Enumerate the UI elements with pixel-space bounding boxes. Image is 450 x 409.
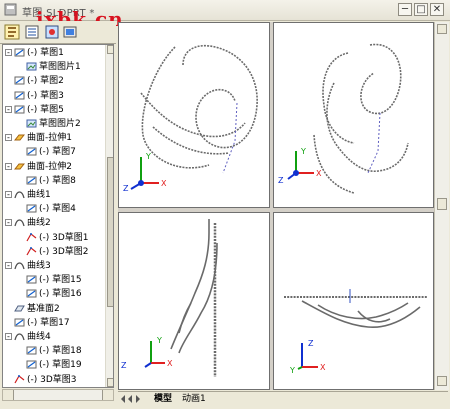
tree-item-label: (-) 草图18 xyxy=(39,346,82,357)
tree-item-label: (-) 草图19 xyxy=(39,360,82,371)
curve-icon xyxy=(14,189,25,200)
axis-label-x: X xyxy=(167,359,173,368)
tree-expander[interactable]: - xyxy=(5,162,12,170)
3d-sketch-icon xyxy=(26,232,37,243)
tab-model[interactable]: 模型 xyxy=(154,393,172,405)
tree-item-label: 基准面2 xyxy=(27,303,60,314)
axis-label-z: Z xyxy=(121,361,127,370)
curve-icon xyxy=(14,217,25,228)
tree-item-label: 草图图片1 xyxy=(39,62,81,73)
manager-toolbar xyxy=(0,21,116,44)
axis-label-z: Z xyxy=(278,176,284,185)
model-tabs-bar: 模型 动画1 xyxy=(118,391,448,407)
tree-item-label: 曲面-拉伸1 xyxy=(27,133,72,144)
tree-expander[interactable]: - xyxy=(5,191,12,199)
property-manager-icon[interactable] xyxy=(24,24,40,40)
top-right-view[interactable]: Y X Z xyxy=(273,22,434,208)
tree-item-label: (-) 草图16 xyxy=(39,289,82,300)
title-bar: 草图.SLDPRT * jxbk.cn ─ □ ✕ xyxy=(0,0,450,30)
tree-item-label: (-) 草图1 xyxy=(27,48,64,58)
tree-item-label: 曲面-拉伸2 xyxy=(27,161,72,172)
feature-manager-icon[interactable] xyxy=(4,24,20,40)
axis-label-x: X xyxy=(161,179,167,188)
sketch-icon xyxy=(26,274,37,285)
axis-label-x: X xyxy=(320,363,326,372)
tree-scrollbar[interactable] xyxy=(105,45,113,387)
tree-item-label: (-) 草图15 xyxy=(39,275,82,286)
app-icon xyxy=(4,3,17,16)
display-manager-icon[interactable] xyxy=(62,24,78,40)
curve-icon xyxy=(14,331,25,342)
tree-item-label: 曲线1 xyxy=(27,190,51,200)
vertical-splitter[interactable] xyxy=(270,22,273,390)
3d-sketch-icon xyxy=(14,374,25,385)
3d-sketch-icon xyxy=(26,246,37,257)
tab-nav-arrows-icon[interactable] xyxy=(120,394,142,404)
tree-item-label: 曲线3 xyxy=(27,261,51,271)
tree-expander[interactable]: - xyxy=(5,262,12,270)
surface-extrude-icon xyxy=(13,132,26,143)
sketch-icon xyxy=(26,203,37,214)
tree-expander[interactable]: - xyxy=(5,333,12,341)
tree-item-label: 草图图片2 xyxy=(39,119,81,129)
sketch-picture-icon xyxy=(26,61,37,72)
sketch-picture-icon xyxy=(26,118,37,129)
sketch-icon xyxy=(14,90,25,101)
sketch-icon xyxy=(14,317,25,328)
tree-item-label: (-) 3D草图3 xyxy=(27,374,77,385)
tree-scroll-thumb[interactable] xyxy=(107,157,113,307)
tree-item-label: (-) 草图4 xyxy=(39,204,76,215)
configuration-manager-icon[interactable] xyxy=(44,24,60,40)
tree-item-label: (-) 3D草图1 xyxy=(39,232,89,243)
restore-button[interactable]: □ xyxy=(414,3,428,16)
tree-item-label: (-) 草图17 xyxy=(27,317,70,328)
tree-item-label: 曲线4 xyxy=(27,332,51,342)
axis-label-z: Z xyxy=(308,339,314,348)
tree-item-label: (-) 草图5 xyxy=(27,104,64,115)
sketch-icon xyxy=(14,75,25,86)
sketch-icon xyxy=(14,104,25,115)
axis-label-y: Y xyxy=(300,147,306,156)
close-button[interactable]: ✕ xyxy=(430,3,444,16)
minimize-button[interactable]: ─ xyxy=(398,3,412,16)
axis-label-y: Y xyxy=(156,336,162,345)
top-left-view[interactable]: Y X Z xyxy=(118,22,270,208)
tree-expander[interactable]: - xyxy=(5,49,12,57)
bottom-right-view[interactable]: Z X Y xyxy=(273,212,434,390)
tree-item-label: (-) 草图7 xyxy=(39,147,76,158)
tree-expander[interactable]: - xyxy=(5,134,12,142)
horizontal-splitter[interactable] xyxy=(118,208,434,212)
axis-label-y: Y xyxy=(145,152,151,161)
axis-label-y: Y xyxy=(289,366,295,375)
sketch-icon xyxy=(26,359,37,370)
sketch-icon xyxy=(14,47,25,58)
sketch-icon xyxy=(26,288,37,299)
tree-expander[interactable]: - xyxy=(5,219,12,227)
tab-motion[interactable]: 动画1 xyxy=(182,393,206,405)
curve-icon xyxy=(14,260,25,271)
axis-label-x: X xyxy=(316,169,322,178)
tree-item-label: (-) 3D草图2 xyxy=(39,246,89,257)
tree-horizontal-scrollbar[interactable] xyxy=(2,389,114,401)
viewport-scrollbar[interactable] xyxy=(434,22,449,390)
tree-item-label: (-) 草图3 xyxy=(27,90,64,101)
tree-item-label: (-) 草图8 xyxy=(39,175,76,186)
sketch-icon xyxy=(26,175,37,186)
surface-extrude-icon xyxy=(13,161,26,172)
tree-item-label: (-) 草图2 xyxy=(27,76,64,87)
tree-item-label: 曲线2 xyxy=(27,218,51,229)
plane-icon xyxy=(14,303,25,314)
bottom-left-view[interactable]: Y X Z xyxy=(118,212,270,390)
feature-tree: - (-) 草图1 草图图片1 (-) 草图2 (-) 草图3 - (-) 草图5 草图图片2… xyxy=(2,44,114,388)
sketch-icon xyxy=(26,146,37,157)
tree-expander[interactable]: - xyxy=(5,105,12,113)
axis-label-z: Z xyxy=(123,184,129,193)
sketch-icon xyxy=(26,345,37,356)
